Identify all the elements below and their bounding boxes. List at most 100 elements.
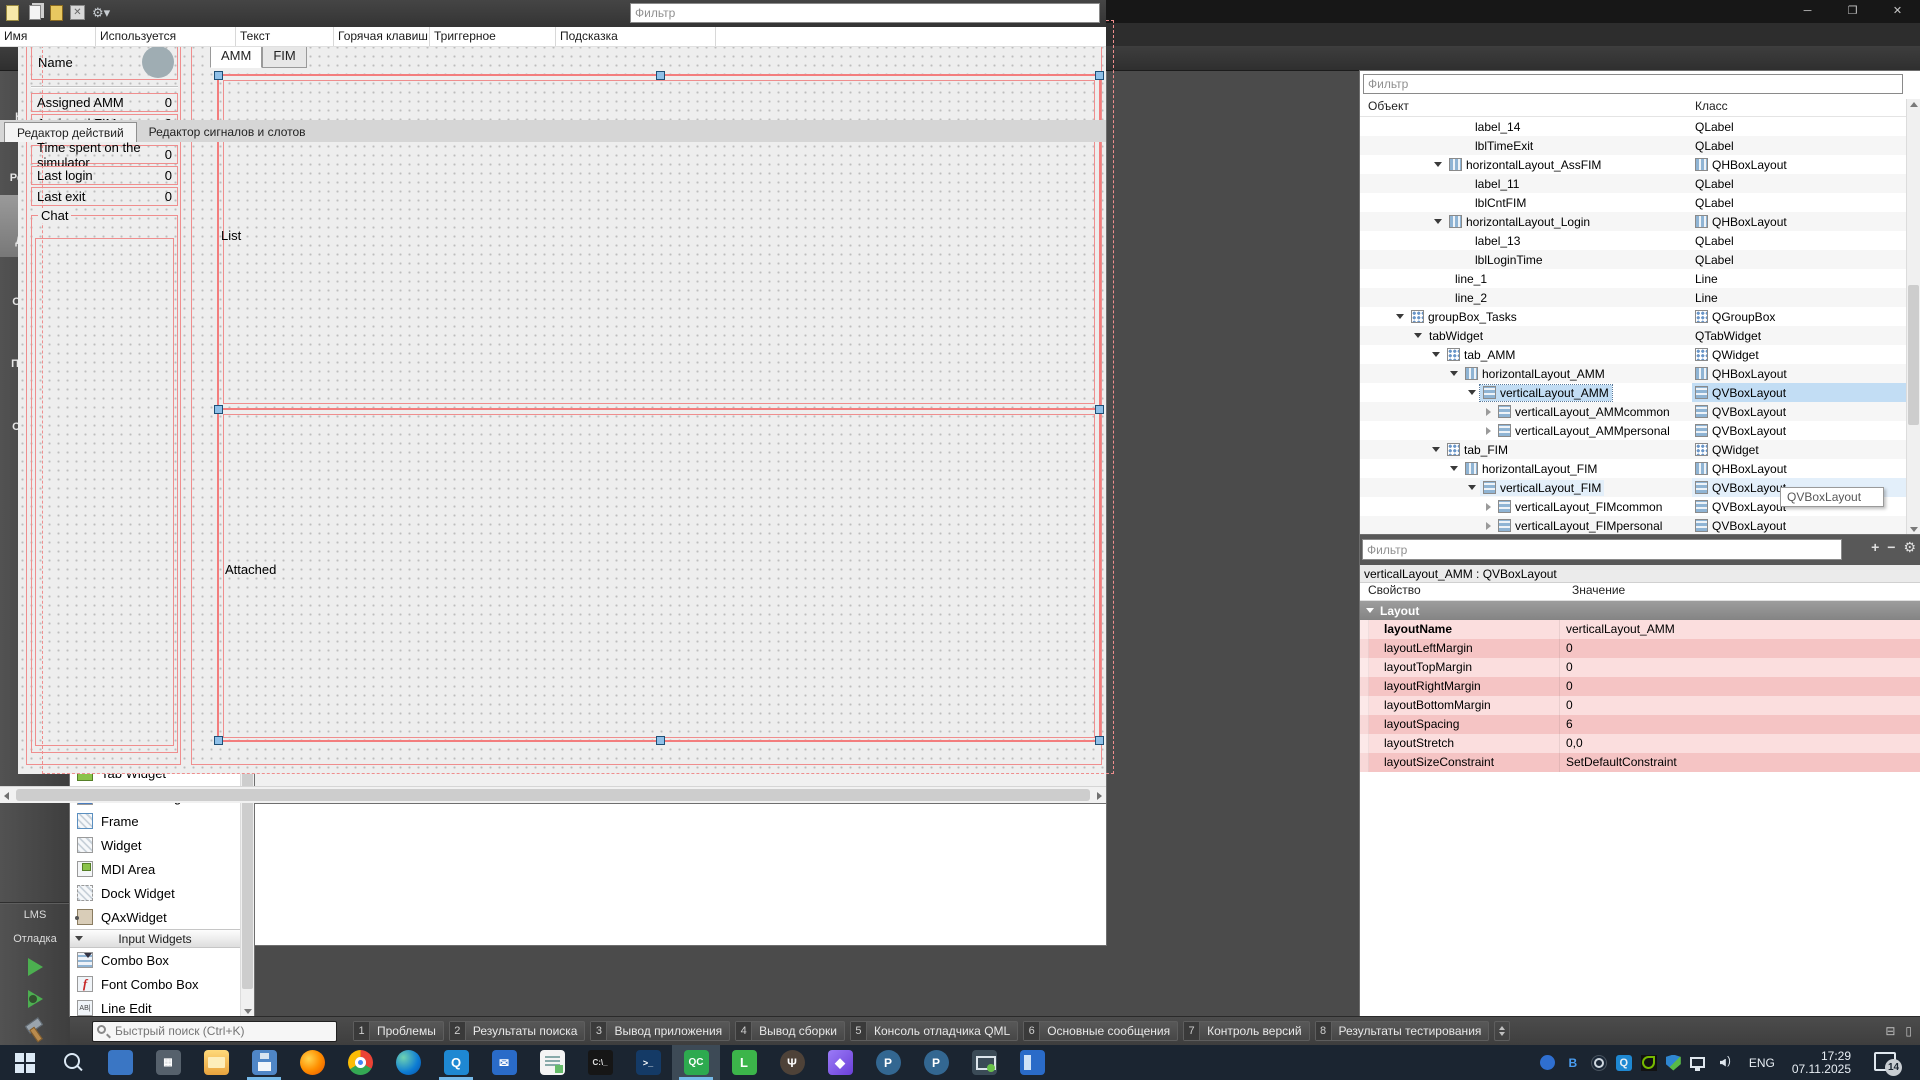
field-4[interactable]: Last exit0: [31, 187, 178, 206]
build-button[interactable]: [22, 1019, 48, 1041]
tray-vol-icon[interactable]: [1714, 1054, 1732, 1072]
tray-nv-icon[interactable]: [1641, 1055, 1657, 1071]
scroll-left-icon[interactable]: [4, 792, 9, 800]
chevron-down-icon[interactable]: [1396, 314, 1404, 319]
taskbar-lms-icon[interactable]: L: [720, 1045, 768, 1080]
tree-row-horizontalLayout_Login[interactable]: horizontalLayout_LoginQHBoxLayout: [1360, 212, 1906, 231]
resize-handle[interactable]: [656, 736, 665, 745]
taskbar-q-icon[interactable]: Q: [432, 1045, 480, 1080]
field-3[interactable]: Last login0: [31, 166, 178, 185]
close-button[interactable]: ✕: [1875, 0, 1920, 23]
widget-item-widget[interactable]: Widget: [70, 833, 240, 857]
dock-tab[interactable]: Редактор сигналов и слотов: [137, 122, 318, 142]
tree-row-tab_AMM[interactable]: tab_AMMQWidget: [1360, 345, 1906, 364]
taskbar-photos-icon[interactable]: [96, 1045, 144, 1080]
configure-icon[interactable]: ⚙: [1903, 539, 1916, 556]
dock-tab[interactable]: Редактор действий: [4, 122, 137, 142]
widget-item-lineedit[interactable]: AB|Line Edit: [70, 996, 240, 1016]
output-pane-4[interactable]: 4Вывод сборки: [735, 1021, 845, 1041]
property-row-layoutTopMargin[interactable]: layoutTopMargin0: [1360, 658, 1920, 677]
column-class[interactable]: Класс: [1695, 99, 1728, 113]
tray-def-icon[interactable]: [1666, 1055, 1681, 1071]
chevron-down-icon[interactable]: [1432, 447, 1440, 452]
chevron-down-icon[interactable]: [1434, 219, 1442, 224]
new-action-icon[interactable]: [4, 5, 22, 23]
scroll-down-icon[interactable]: [244, 1009, 252, 1014]
resize-handle[interactable]: [1095, 736, 1104, 745]
copy-action-icon[interactable]: [26, 5, 44, 23]
chevron-down-icon[interactable]: [1450, 371, 1458, 376]
taskbar-obsidian-icon[interactable]: ◆: [816, 1045, 864, 1080]
property-row-layoutStretch[interactable]: layoutStretch0,0: [1360, 734, 1920, 753]
column-0[interactable]: Имя: [0, 27, 96, 46]
notification-center-icon[interactable]: 14: [1874, 1052, 1900, 1074]
widget-item-qaxwidget[interactable]: QAxWidget: [70, 905, 240, 929]
taskbar-floppy-icon[interactable]: [240, 1045, 288, 1080]
chevron-down-icon[interactable]: [1450, 466, 1458, 471]
column-value[interactable]: Значение: [1572, 583, 1625, 597]
run-button[interactable]: [28, 958, 43, 976]
property-row-layoutSizeConstraint[interactable]: layoutSizeConstraintSetDefaultConstraint: [1360, 753, 1920, 772]
tree-row-lblTimeExit[interactable]: lblTimeExitQLabel: [1360, 136, 1906, 155]
tray-blue-icon[interactable]: [1540, 1055, 1555, 1070]
property-row-layoutLeftMargin[interactable]: layoutLeftMargin0: [1360, 639, 1920, 658]
tray-q-icon[interactable]: Q: [1616, 1055, 1632, 1071]
taskbar-dbeaver-icon[interactable]: Ψ: [768, 1045, 816, 1080]
scrollbar-thumb[interactable]: [16, 789, 1090, 801]
chevron-down-icon[interactable]: [1468, 390, 1476, 395]
list-label[interactable]: List: [221, 228, 241, 243]
chevron-down-icon[interactable]: [1468, 485, 1476, 490]
chevron-right-icon[interactable]: [1486, 503, 1491, 511]
output-pane-6[interactable]: 6Основные сообщения: [1023, 1021, 1178, 1041]
tree-row-verticalLayout_AMM[interactable]: verticalLayout_AMMQVBoxLayout: [1360, 383, 1906, 402]
scroll-right-icon[interactable]: [1097, 792, 1102, 800]
property-row-layoutName[interactable]: layoutNameverticalLayout_AMM: [1360, 620, 1920, 639]
field-0[interactable]: Assigned AMM0: [31, 93, 178, 112]
maximize-button[interactable]: ❐: [1830, 0, 1875, 23]
tree-row-verticalLayout_AMMpersonal[interactable]: verticalLayout_AMMpersonalQVBoxLayout: [1360, 421, 1906, 440]
column-object[interactable]: Объект: [1368, 99, 1409, 113]
taskbar-pg-icon[interactable]: P: [912, 1045, 960, 1080]
property-row-layoutBottomMargin[interactable]: layoutBottomMargin0: [1360, 696, 1920, 715]
chat-groupbox[interactable]: Chat: [31, 215, 178, 753]
property-row-layoutRightMargin[interactable]: layoutRightMargin0: [1360, 677, 1920, 696]
chevron-right-icon[interactable]: [1486, 427, 1491, 435]
column-property[interactable]: Свойство: [1368, 583, 1421, 597]
minimize-button[interactable]: ─: [1785, 0, 1830, 23]
taskbar-notes-icon[interactable]: [528, 1045, 576, 1080]
layout-section-header[interactable]: Layout: [1360, 601, 1920, 620]
taskbar-search-icon[interactable]: [48, 1045, 96, 1080]
resize-handle[interactable]: [1095, 405, 1104, 414]
property-filter-input[interactable]: [1362, 539, 1842, 560]
tree-row-line_1[interactable]: line_1Line: [1360, 269, 1906, 288]
output-pane-3[interactable]: 3Вывод приложения: [590, 1021, 730, 1041]
name-label-widget[interactable]: Name: [31, 42, 178, 80]
output-pane-1[interactable]: 1Проблемы: [353, 1021, 444, 1041]
tree-row-groupBox_Tasks[interactable]: groupBox_TasksQGroupBox: [1360, 307, 1906, 326]
scroll-up-icon[interactable]: [1910, 102, 1918, 107]
tree-row-label_14[interactable]: label_14QLabel: [1360, 117, 1906, 136]
tree-row-verticalLayout_AMMcommon[interactable]: verticalLayout_AMMcommonQVBoxLayout: [1360, 402, 1906, 421]
paste-action-icon[interactable]: [48, 5, 66, 23]
tree-row-tabWidget[interactable]: tabWidgetQTabWidget: [1360, 326, 1906, 345]
delete-action-icon[interactable]: ✕: [70, 5, 88, 23]
taskbar-firefox-icon[interactable]: [288, 1045, 336, 1080]
scroll-down-icon[interactable]: [1910, 527, 1918, 532]
debug-run-button[interactable]: [28, 990, 43, 1008]
resize-handle[interactable]: [1095, 71, 1104, 80]
resize-handle[interactable]: [656, 71, 665, 80]
output-pane-7[interactable]: 7Контроль версий: [1183, 1021, 1309, 1041]
project-kit-label[interactable]: LMS: [0, 903, 70, 927]
column-2[interactable]: Текст: [236, 27, 334, 46]
column-4[interactable]: Триггерное: [430, 27, 556, 46]
taskbar-mail-icon[interactable]: ✉: [480, 1045, 528, 1080]
column-5[interactable]: Подсказка: [556, 27, 716, 46]
widgetbox-category[interactable]: Input Widgets: [70, 929, 240, 948]
output-pane-2[interactable]: 2Результаты поиска: [449, 1021, 586, 1041]
tree-row-horizontalLayout_AMM[interactable]: horizontalLayout_AMMQHBoxLayout: [1360, 364, 1906, 383]
add-property-button[interactable]: +: [1871, 539, 1879, 556]
chevron-right-icon[interactable]: [1486, 408, 1491, 416]
taskbar-chrome-icon[interactable]: [336, 1045, 384, 1080]
horizontal-scrollbar[interactable]: [0, 786, 1106, 803]
resize-handle[interactable]: [214, 71, 223, 80]
